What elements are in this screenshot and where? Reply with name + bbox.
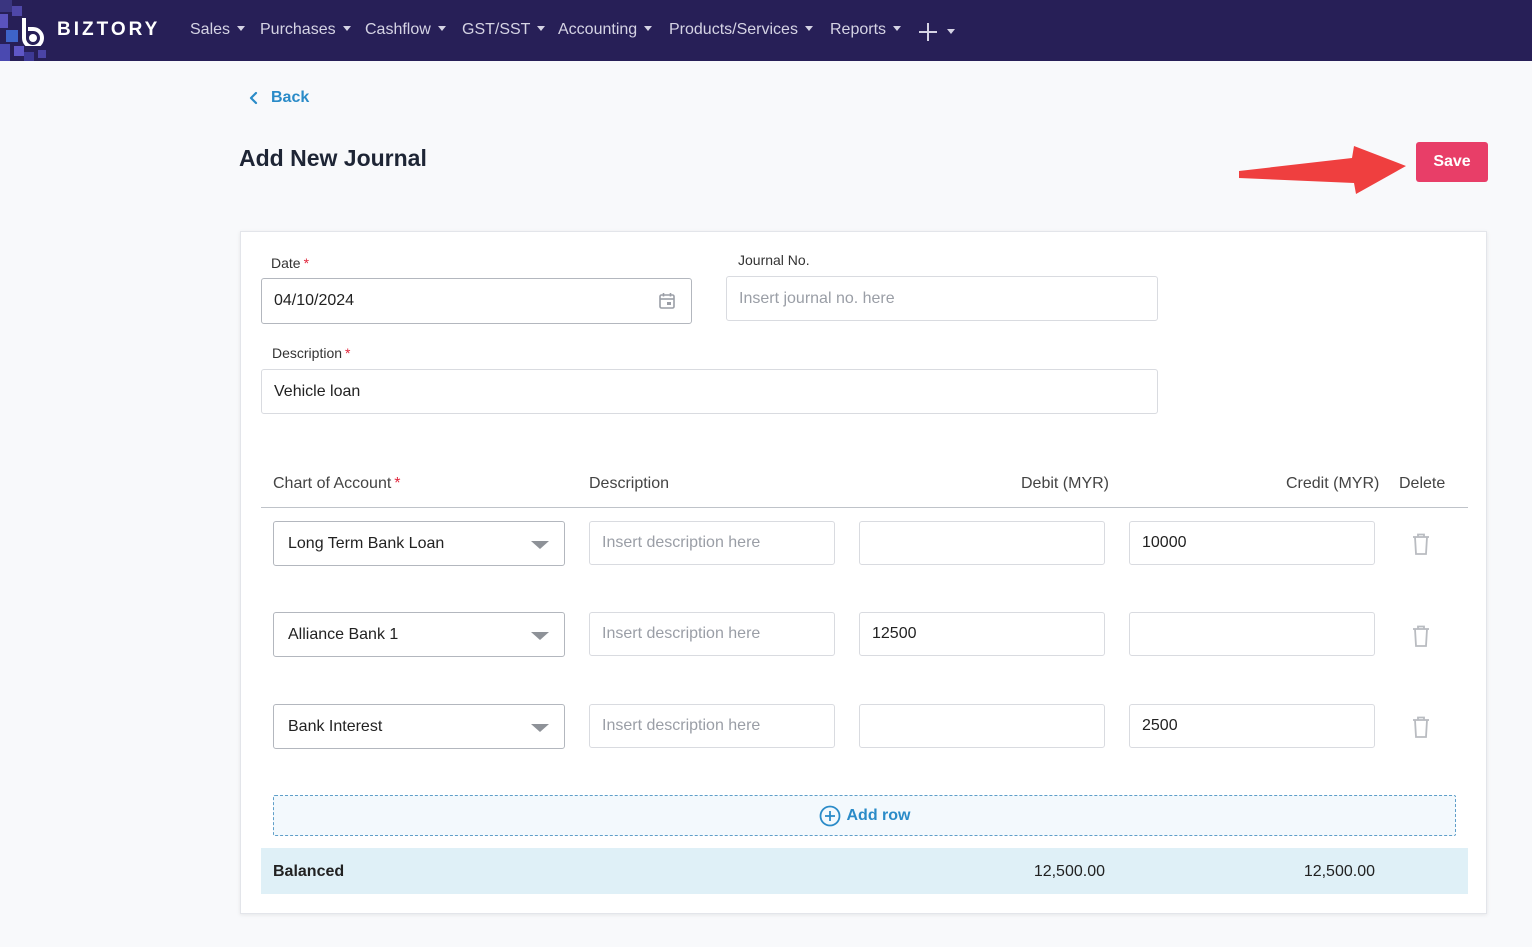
add-row-label: Add row — [846, 806, 911, 824]
trash-icon[interactable] — [1410, 715, 1432, 739]
chevron-down-icon — [437, 26, 446, 31]
nav-accounting[interactable]: Accounting — [558, 21, 653, 39]
journal-form-card: Date* Journal No. Description* Chart of … — [240, 231, 1487, 914]
credit-total: 12,500.00 — [1303, 863, 1375, 880]
nav-products-services[interactable]: Products/Services — [669, 21, 813, 39]
header-delete: Delete — [1399, 475, 1446, 492]
add-row-button[interactable]: Add row — [273, 795, 1456, 836]
page-title: Add New Journal — [239, 145, 427, 171]
save-button[interactable]: Save — [1416, 142, 1488, 182]
chevron-left-icon — [249, 91, 258, 105]
line-description-field[interactable] — [589, 521, 835, 565]
chevron-down-icon — [644, 26, 653, 31]
credit-field[interactable] — [1129, 612, 1375, 656]
balance-status-label: Balanced — [273, 863, 345, 880]
debit-field[interactable] — [859, 704, 1105, 748]
header-description: Description — [589, 475, 670, 492]
account-select-value: Long Term Bank Loan — [288, 534, 445, 552]
chevron-down-icon — [804, 26, 813, 31]
credit-field[interactable] — [1129, 704, 1375, 748]
annotation-arrow — [1239, 146, 1406, 194]
trash-icon[interactable] — [1410, 624, 1432, 648]
debit-total: 12,500.00 — [1033, 863, 1105, 880]
dropdown-arrow-icon — [531, 724, 549, 732]
line-description-field[interactable] — [589, 612, 835, 656]
calendar-icon[interactable] — [658, 292, 676, 310]
debit-field[interactable] — [859, 612, 1105, 656]
debit-field[interactable] — [859, 521, 1105, 565]
balance-summary-row: Balanced 12,500.00 12,500.00 — [261, 848, 1468, 894]
account-select-value: Bank Interest — [288, 717, 383, 735]
account-select[interactable]: Long Term Bank Loan — [273, 521, 565, 566]
chevron-down-icon[interactable] — [947, 29, 955, 34]
chevron-down-icon — [342, 26, 351, 31]
nav-purchases[interactable]: Purchases — [260, 21, 351, 39]
nav-reports[interactable]: Reports — [830, 21, 902, 39]
brand-name[interactable]: BIZTORY — [57, 19, 160, 41]
chevron-down-icon — [237, 26, 246, 31]
back-label: Back — [271, 89, 310, 106]
dropdown-arrow-icon — [531, 541, 549, 549]
line-description-field[interactable] — [589, 704, 835, 748]
plus-icon[interactable] — [918, 22, 938, 42]
date-label: Date * — [271, 255, 310, 271]
account-select-value: Alliance Bank 1 — [288, 625, 399, 643]
header-credit: Credit (MYR) — [1286, 475, 1380, 492]
account-select[interactable]: Alliance Bank 1 — [273, 612, 565, 657]
chevron-down-icon — [893, 26, 902, 31]
chevron-down-icon — [537, 26, 546, 31]
credit-field[interactable] — [1129, 521, 1375, 565]
nav-cashflow[interactable]: Cashflow — [365, 21, 446, 39]
nav-gst-sst[interactable]: GST/SST — [462, 21, 546, 39]
date-field[interactable] — [261, 278, 692, 324]
description-field[interactable] — [261, 369, 1158, 414]
top-navbar: BIZTORY Sales Purchases Cashflow GST/SST… — [0, 0, 1532, 61]
journal-no-field[interactable] — [726, 276, 1158, 321]
header-debit: Debit (MYR) — [1021, 475, 1110, 492]
back-link[interactable]: Back — [246, 88, 309, 108]
trash-icon[interactable] — [1410, 532, 1432, 556]
nav-sales[interactable]: Sales — [190, 21, 246, 39]
header-chart-of-account: Chart of Account * — [273, 475, 401, 492]
dropdown-arrow-icon — [531, 632, 549, 640]
table-header-divider — [261, 507, 1468, 508]
biztory-logo-icon[interactable] — [18, 16, 48, 46]
plus-circle-icon — [819, 805, 840, 826]
journal-no-label: Journal No. — [738, 252, 810, 268]
account-select[interactable]: Bank Interest — [273, 704, 565, 749]
description-label: Description * — [272, 345, 351, 361]
